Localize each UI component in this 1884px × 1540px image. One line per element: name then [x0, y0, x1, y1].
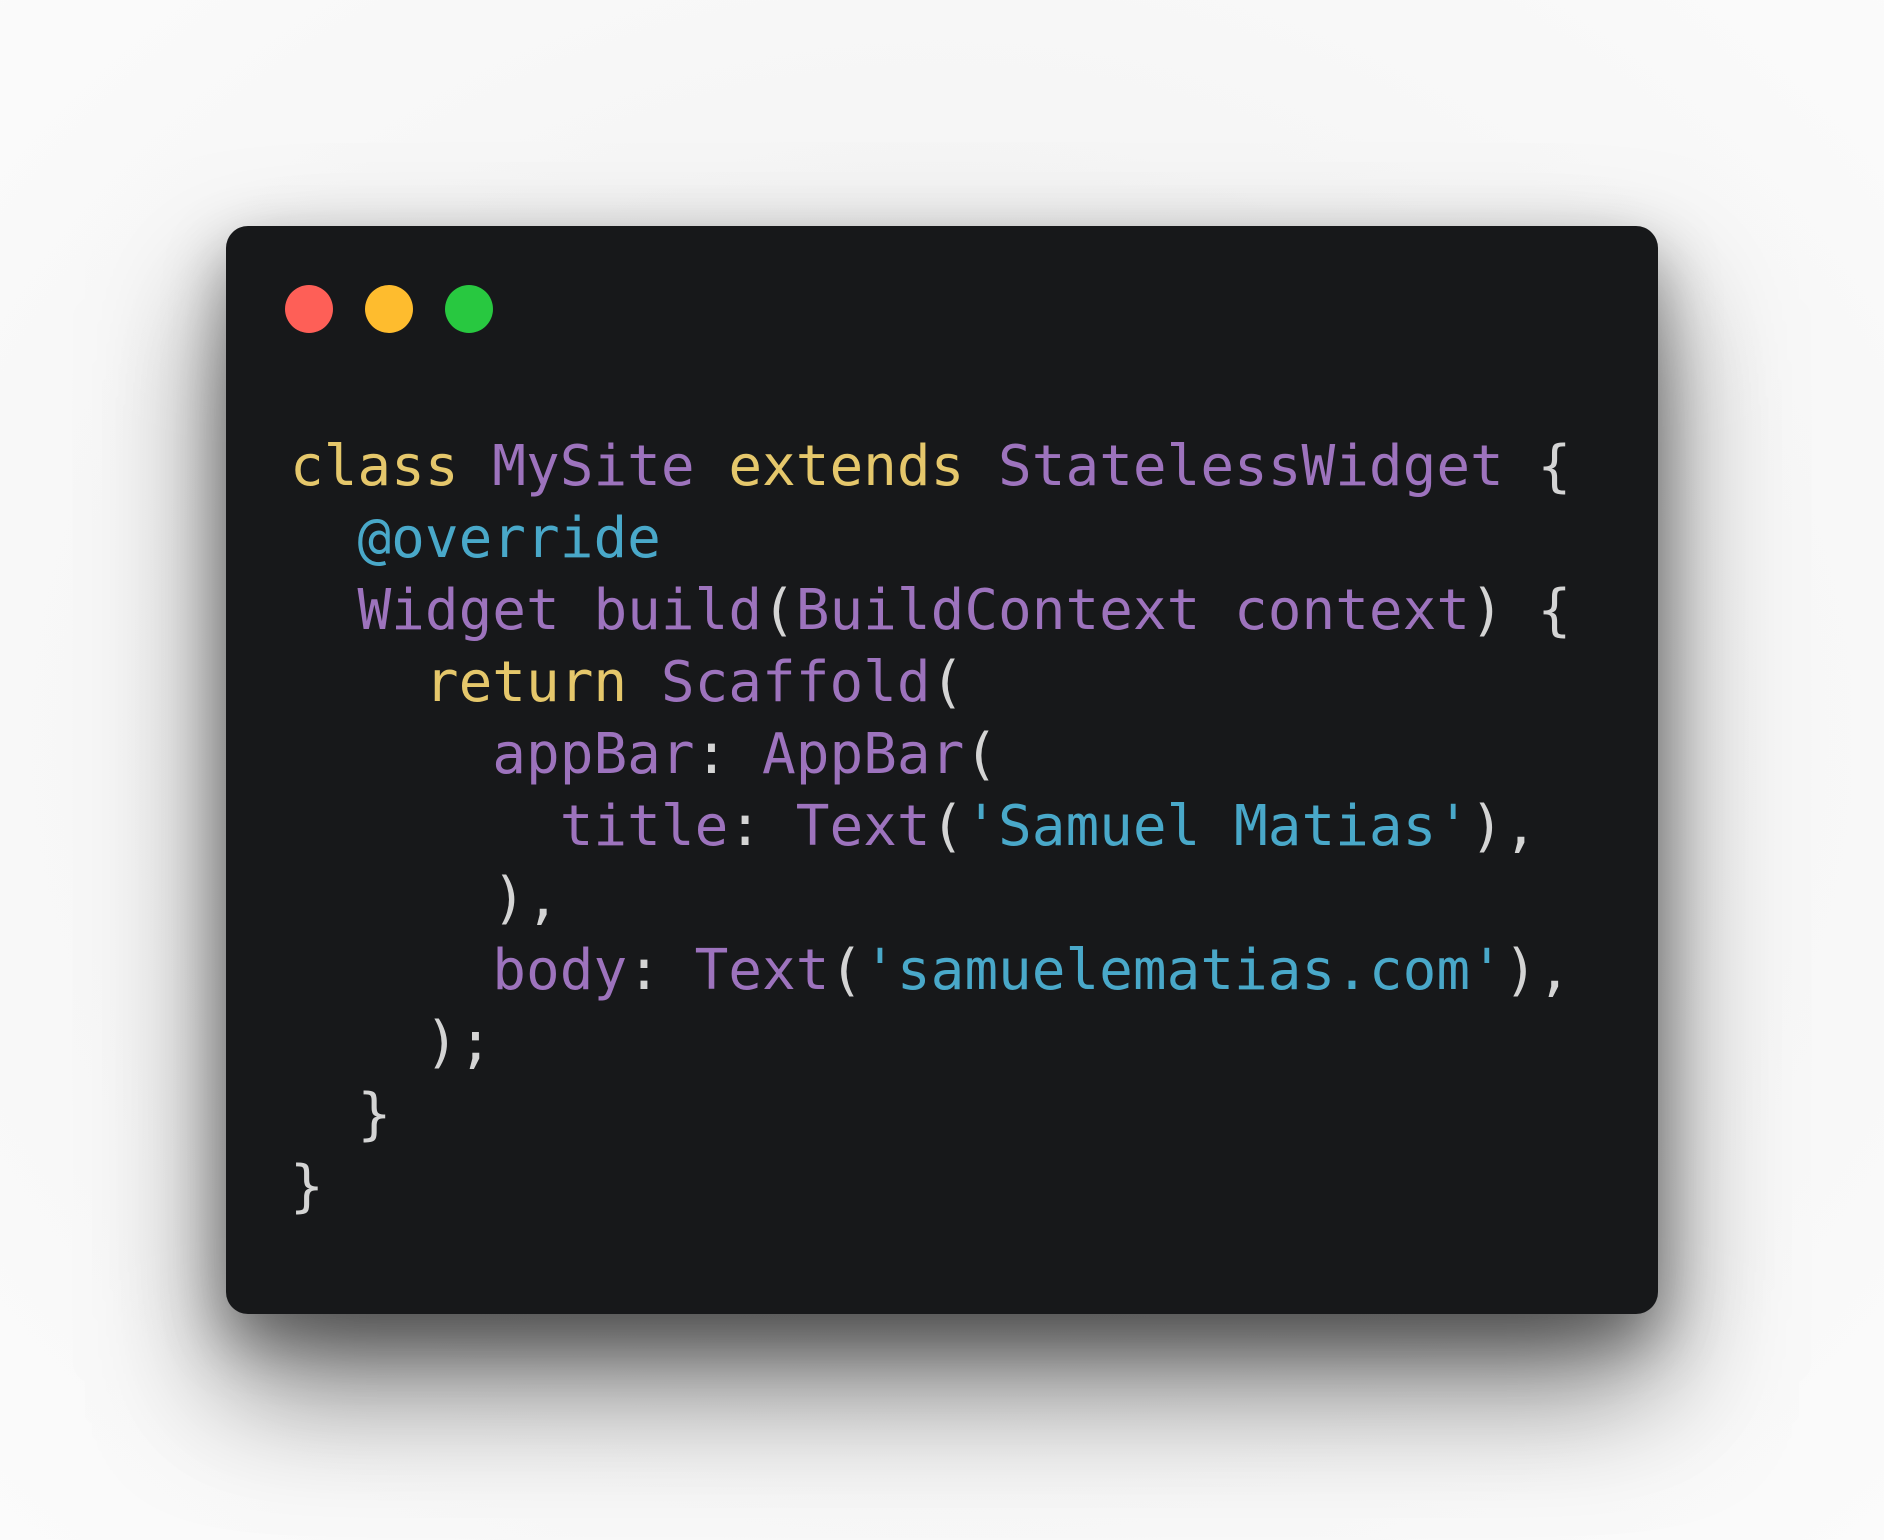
code-token-type: AppBar: [762, 722, 965, 787]
code-token-type: Scaffold: [660, 650, 931, 715]
code-token-punctuation: (: [762, 578, 796, 643]
code-window: class MySite extends StatelessWidget { @…: [226, 226, 1658, 1314]
code-token-punctuation: [560, 578, 594, 643]
code-token-punctuation: :: [728, 794, 796, 859]
code-token-punctuation: [964, 434, 998, 499]
code-token-type: build: [593, 578, 763, 643]
code-line: }: [290, 1079, 1571, 1151]
code-token-punctuation: (: [930, 650, 965, 715]
code-line: return Scaffold(: [290, 647, 1571, 719]
code-token-punctuation: :: [627, 938, 695, 1003]
code-token-punctuation: [695, 434, 729, 499]
code-token-string: 'samuelematias.com': [863, 938, 1504, 1003]
code-token-punctuation: ),: [1470, 794, 1538, 859]
code-token-punctuation: }: [290, 1154, 324, 1219]
code-token-type: appBar: [492, 722, 695, 787]
code-token-punctuation: (: [829, 938, 864, 1003]
code-token-type: StatelessWidget: [998, 434, 1504, 499]
code-token-punctuation: ),: [492, 866, 560, 931]
code-token-keyword: extends: [728, 434, 965, 499]
code-line: @override: [290, 503, 1571, 575]
code-block: class MySite extends StatelessWidget { @…: [290, 431, 1571, 1223]
code-token-string: 'Samuel Matias': [964, 794, 1471, 859]
backdrop: class MySite extends StatelessWidget { @…: [0, 0, 1884, 1540]
code-token-punctuation: [459, 434, 493, 499]
code-token-type: title: [559, 794, 729, 859]
code-token-punctuation: {: [1503, 434, 1572, 499]
close-dot-icon[interactable]: [285, 285, 333, 333]
code-token-punctuation: (: [964, 722, 999, 787]
code-token-punctuation: :: [694, 722, 763, 787]
code-token-punctuation: );: [424, 1010, 493, 1075]
code-token-keyword: class: [290, 434, 459, 499]
code-token-type: Text: [795, 794, 931, 859]
code-line: appBar: AppBar(: [290, 719, 1571, 791]
code-line: );: [290, 1007, 1571, 1079]
code-token-keyword: return: [424, 650, 628, 715]
code-token-annotation: @override: [357, 506, 661, 571]
code-token-type: MySite: [492, 434, 695, 499]
window-controls: [285, 285, 493, 333]
code-token-punctuation: }: [357, 1082, 392, 1147]
minimize-dot-icon[interactable]: [365, 285, 413, 333]
code-token-type: Widget: [357, 578, 560, 643]
code-token-type: context: [1234, 578, 1471, 643]
code-token-type: body: [492, 938, 628, 1003]
code-token-punctuation: [1200, 578, 1234, 643]
code-token-punctuation: [627, 650, 661, 715]
maximize-dot-icon[interactable]: [445, 285, 493, 333]
code-line: class MySite extends StatelessWidget {: [290, 431, 1571, 503]
code-line: ),: [290, 863, 1571, 935]
code-token-type: BuildContext: [795, 578, 1201, 643]
code-line: }: [290, 1151, 1571, 1223]
code-token-punctuation: ) {: [1470, 578, 1572, 643]
code-line: body: Text('samuelematias.com'),: [290, 935, 1571, 1007]
code-line: title: Text('Samuel Matias'),: [290, 791, 1571, 863]
code-line: Widget build(BuildContext context) {: [290, 575, 1571, 647]
code-token-punctuation: (: [930, 794, 965, 859]
code-token-punctuation: ),: [1503, 938, 1572, 1003]
code-token-type: Text: [694, 938, 830, 1003]
